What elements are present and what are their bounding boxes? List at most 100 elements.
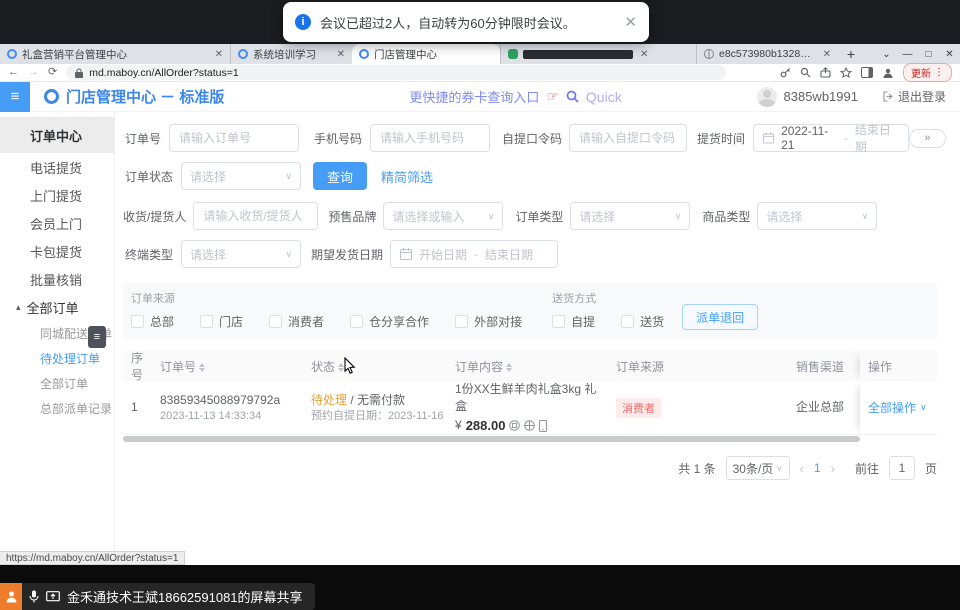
pickup-code-input[interactable] (569, 124, 687, 152)
browser-tab-4[interactable]: ✕ (500, 44, 696, 64)
prev-page-button[interactable]: ‹ (800, 461, 804, 476)
checkbox-source-consumer[interactable]: 消费者 (269, 313, 324, 330)
pickup-end-date[interactable]: 结束日期 (855, 121, 899, 155)
checkbox-icon (269, 315, 282, 328)
close-icon[interactable]: ✕ (624, 13, 637, 31)
phone-input[interactable] (370, 124, 490, 152)
sidebar-group-label: 全部订单 (27, 298, 79, 317)
sidebar-item-pending-orders[interactable]: 待处理订单 (0, 346, 114, 371)
checkbox-delivery-deliver[interactable]: 送货 (621, 313, 664, 330)
receiver-input[interactable] (193, 202, 318, 230)
info-icon: i (295, 14, 311, 30)
chrome-update-button[interactable]: 更新 ⋮ (903, 63, 952, 82)
tab-title: 礼盒营销平台管理中心 (22, 47, 208, 62)
refresh-icon[interactable]: ⟳ (48, 67, 57, 78)
browser-tab-active[interactable]: 门店管理中心 (352, 44, 500, 64)
tab-close-icon[interactable]: ✕ (215, 49, 223, 60)
sidebar-item-door-pickup[interactable]: 上门提货 (0, 181, 114, 209)
next-page-button[interactable]: › (831, 461, 835, 476)
simple-filter-link[interactable]: 精简筛选 (381, 167, 433, 186)
profile-icon[interactable] (882, 67, 894, 79)
sidebar-item-all-orders[interactable]: 全部订单 (0, 371, 114, 396)
header-status[interactable]: 状态 (303, 358, 447, 375)
qr-code-icon[interactable] (509, 420, 520, 431)
logout-button[interactable]: 退出登录 (883, 88, 946, 105)
brand-select[interactable]: 请选择或输入 ∨ (383, 202, 503, 230)
header-content[interactable]: 订单内容 (447, 358, 608, 375)
sort-icon[interactable] (506, 363, 512, 372)
hamburger-menu-button[interactable]: ≡ (0, 82, 30, 112)
maximize-button[interactable]: □ (918, 49, 939, 60)
pickup-time-range-picker[interactable]: 2022-11-21 - 结束日期 (753, 124, 909, 152)
logout-label: 退出登录 (898, 88, 946, 105)
window-close-button[interactable]: ✕ (939, 49, 960, 60)
order-status-label: 订单状态 (125, 168, 173, 185)
search-button[interactable]: 查询 (313, 162, 367, 190)
quick-label[interactable]: Quick (586, 89, 622, 105)
sidebar-item-batch-verify[interactable]: 批量核销 (0, 265, 114, 293)
globe-icon[interactable] (524, 420, 535, 431)
table-row: 1 83859345088979792a 2023-11-13 14:33:34… (123, 381, 937, 435)
forward-icon[interactable]: → (28, 67, 39, 78)
sidebar-item-phone-pickup[interactable]: 电话提货 (0, 153, 114, 181)
chevron-down-icon: ∨ (862, 211, 869, 222)
new-tab-button[interactable]: + (838, 44, 864, 64)
bookmark-star-icon[interactable] (840, 67, 852, 79)
mobile-icon[interactable] (539, 420, 547, 432)
goto-page-input[interactable] (889, 456, 915, 480)
browser-tab-2[interactable]: 系统培训学习 ✕ (230, 44, 352, 64)
side-panel-icon[interactable] (861, 67, 873, 78)
back-icon[interactable]: ← (8, 67, 19, 78)
microphone-icon (29, 590, 39, 603)
address-input[interactable]: md.maboy.cn/AllOrder?status=1 (66, 65, 726, 80)
sidebar-group-all-orders[interactable]: ▴ 全部订单 (0, 293, 114, 321)
horizontal-scrollbar[interactable] (123, 436, 860, 442)
sidebar-item-member-visit[interactable]: 会员上门 (0, 209, 114, 237)
collapse-filters-button[interactable]: » (909, 129, 946, 148)
page-number-1[interactable]: 1 (814, 461, 821, 475)
pickup-start-date[interactable]: 2022-11-21 (781, 124, 837, 152)
order-source-group: 订单来源 总部 门店 消费者 (131, 290, 522, 330)
sidebar-item-card-pickup[interactable]: 卡包提货 (0, 237, 114, 265)
goods-type-select[interactable]: 请选择 ∨ (757, 202, 877, 230)
checkbox-delivery-pickup[interactable]: 自提 (552, 313, 595, 330)
order-no-input[interactable] (169, 124, 299, 152)
expect-start-date[interactable]: 开始日期 (419, 246, 467, 263)
header-order-no[interactable]: 订单号 (152, 358, 303, 375)
tab-close-icon[interactable]: ✕ (640, 49, 648, 60)
delivery-method-group: 送货方式 自提 送货 (552, 290, 664, 330)
checkbox-source-external[interactable]: 外部对接 (455, 313, 522, 330)
order-type-select[interactable]: 请选择 ∨ (570, 202, 690, 230)
minimize-button[interactable]: — (897, 49, 918, 60)
tab-close-icon[interactable]: ✕ (337, 49, 345, 60)
sidebar-item-hq-dispatch-records[interactable]: 总部派单记录 (0, 396, 114, 421)
coupon-query-entry-link[interactable]: 更快捷的券卡查询入口 (409, 87, 539, 106)
zoom-icon[interactable] (800, 67, 811, 78)
all-actions-dropdown[interactable]: 全部操作 ∨ (868, 399, 927, 416)
terminal-type-select[interactable]: 请选择 ∨ (181, 240, 301, 268)
tab-close-icon[interactable]: ✕ (823, 49, 831, 60)
checkbox-source-store[interactable]: 门店 (200, 313, 243, 330)
browser-tab-5[interactable]: e8c573980b1328a258fd2e6l8 ✕ (696, 44, 838, 64)
expect-end-date[interactable]: 结束日期 (485, 246, 533, 263)
browser-action-icons: 更新 ⋮ (780, 63, 952, 82)
page-size-select[interactable]: 30条/页 ∨ (726, 456, 790, 480)
chevron-down-icon: ∨ (285, 171, 292, 182)
main-content: 订单号 手机号码 自提口令码 提货时间 2022-11-21 - 结束日期 » … (115, 112, 960, 565)
order-number[interactable]: 83859345088979792a (160, 392, 303, 409)
expect-date-range-picker[interactable]: 开始日期 - 结束日期 (390, 240, 558, 268)
browser-tab-1[interactable]: 礼盒营销平台管理中心 ✕ (0, 44, 230, 64)
row-index: 1 (123, 399, 152, 416)
checkbox-source-warehouse-share[interactable]: 仓分享合作 (350, 313, 429, 330)
share-icon[interactable] (820, 67, 831, 78)
key-icon[interactable] (780, 67, 791, 78)
logout-icon (883, 91, 894, 102)
sidebar-drag-handle[interactable]: ≡ (88, 326, 106, 348)
quick-search-icon[interactable] (566, 90, 579, 103)
order-status-select[interactable]: 请选择 ∨ (181, 162, 301, 190)
browser-menu-icon[interactable]: ⌄ (876, 49, 897, 60)
checkbox-source-hq[interactable]: 总部 (131, 313, 174, 330)
sort-icon[interactable] (199, 363, 205, 372)
dispatch-return-button[interactable]: 派单退回 (682, 304, 758, 330)
brand-label: 预售品牌 (328, 208, 376, 225)
